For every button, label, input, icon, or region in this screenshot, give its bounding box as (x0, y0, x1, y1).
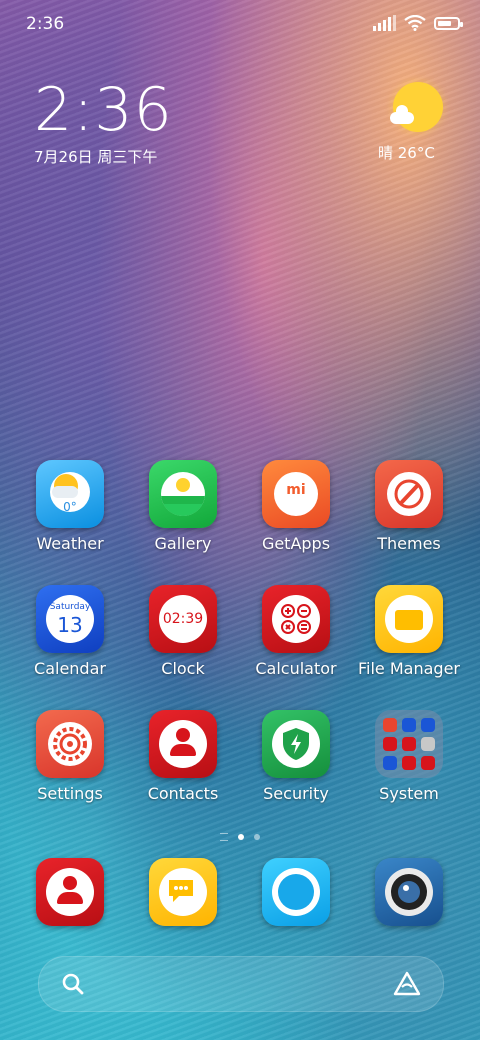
wifi-icon (404, 15, 426, 31)
app-security[interactable]: Security (241, 710, 351, 803)
app-weather[interactable]: 0° Weather (15, 460, 125, 553)
clock-app-icon: 02:39 (149, 585, 217, 653)
dock-phone[interactable] (15, 858, 125, 926)
calendar-app-icon: Saturday 13 (36, 585, 104, 653)
app-getapps[interactable]: mi GetApps (241, 460, 351, 553)
weather-widget[interactable]: 晴 26°C (378, 82, 446, 163)
app-contacts[interactable]: Contacts (128, 710, 238, 803)
dock-camera[interactable] (354, 858, 464, 926)
signal-icon (373, 15, 396, 31)
clock-widget[interactable]: 2:36 7月26日 周三下午 (34, 78, 173, 167)
phone-app-icon (36, 858, 104, 926)
app-label: Clock (161, 659, 205, 678)
app-label: Calendar (34, 659, 106, 678)
app-label: File Manager (358, 659, 460, 678)
assistant-icon[interactable] (393, 971, 421, 997)
app-label: Security (263, 784, 329, 803)
settings-app-icon (36, 710, 104, 778)
themes-app-icon (375, 460, 443, 528)
search-bar[interactable] (38, 956, 444, 1012)
app-settings[interactable]: Settings (15, 710, 125, 803)
messages-app-icon (149, 858, 217, 926)
widget-date: 7月26日 周三下午 (34, 148, 158, 166)
widget-time: 2:36 (34, 75, 173, 145)
status-time: 2:36 (26, 14, 65, 34)
folder-system[interactable]: System (354, 710, 464, 803)
app-file-manager[interactable]: File Manager (354, 585, 464, 678)
security-app-icon (262, 710, 330, 778)
weather-text: 晴 26°C (378, 144, 435, 162)
calculator-app-icon (262, 585, 330, 653)
page-indicator[interactable] (200, 832, 280, 842)
app-label: Contacts (147, 784, 219, 803)
search-icon[interactable] (61, 972, 85, 996)
app-calendar[interactable]: Saturday 13 Calendar (15, 585, 125, 678)
browser-app-icon (262, 858, 330, 926)
app-label: GetApps (261, 534, 331, 553)
app-label: Themes (377, 534, 441, 553)
contacts-app-icon (149, 710, 217, 778)
status-icons (373, 15, 463, 31)
weather-app-icon: 0° (36, 460, 104, 528)
camera-app-icon (375, 858, 443, 926)
getapps-app-icon: mi (262, 460, 330, 528)
page-dot[interactable] (254, 834, 260, 840)
app-label: Calculator (255, 659, 337, 678)
system-folder-icon (375, 710, 443, 778)
app-themes[interactable]: Themes (354, 460, 464, 553)
app-calculator[interactable]: Calculator (241, 585, 351, 678)
status-bar: 2:36 (0, 0, 480, 48)
dock-browser[interactable] (241, 858, 351, 926)
gallery-app-icon (149, 460, 217, 528)
app-label: Settings (37, 784, 103, 803)
menu-lines-icon (220, 833, 228, 841)
file-manager-app-icon (375, 585, 443, 653)
dock-messages[interactable] (128, 858, 238, 926)
app-label: Weather (36, 534, 104, 553)
battery-icon (434, 16, 463, 30)
page-dot-active[interactable] (238, 834, 244, 840)
app-gallery[interactable]: Gallery (128, 460, 238, 553)
app-clock[interactable]: 02:39 Clock (128, 585, 238, 678)
app-label: Gallery (154, 534, 212, 553)
sunny-cloud-icon (390, 82, 443, 132)
app-label: System (379, 784, 439, 803)
